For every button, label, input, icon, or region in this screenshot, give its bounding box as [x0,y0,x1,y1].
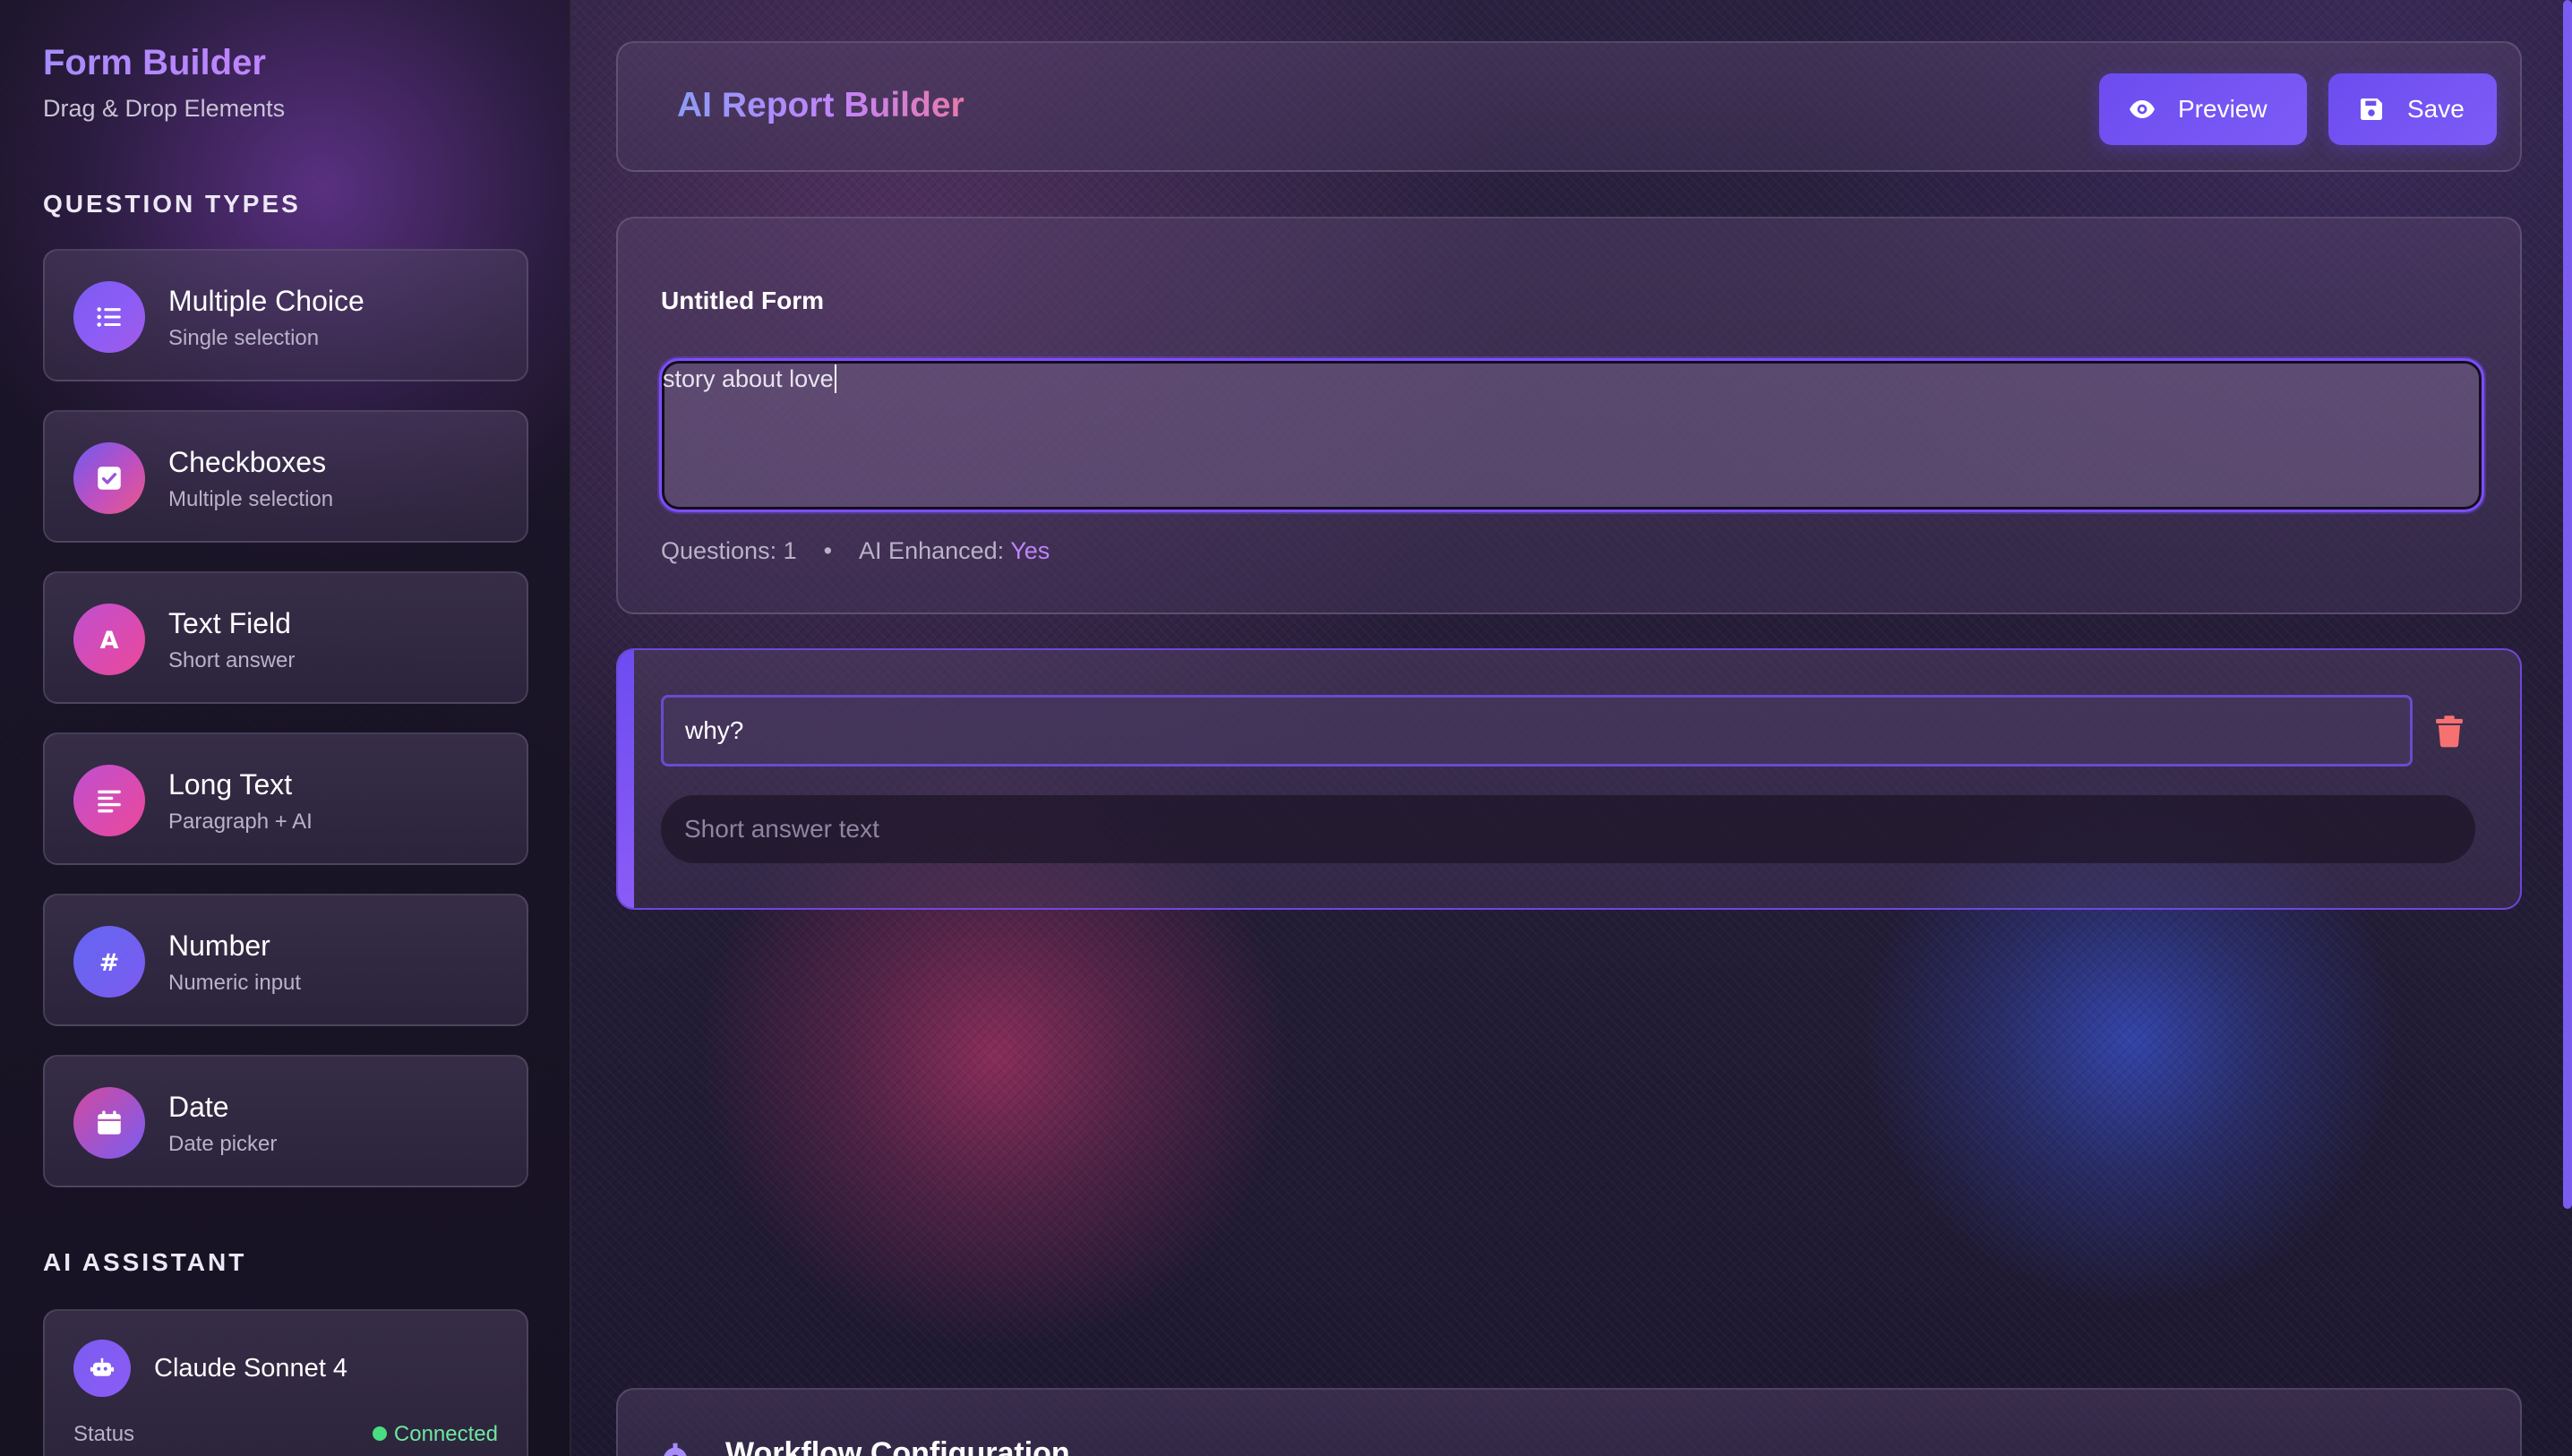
trash-icon[interactable] [2434,715,2465,749]
svg-text:A: A [100,627,119,655]
question-type-label: Long Text [168,768,293,801]
form-title: Untitled Form [661,287,824,314]
workflow-configuration-panel: Workflow Configuration [616,1388,2522,1456]
question-type-date[interactable]: Date Date picker [43,1055,528,1187]
short-answer-preview: Short answer text [661,795,2475,863]
header-bar: AI Report Builder Preview Save [616,41,2522,172]
save-label: Save [2407,95,2465,123]
question-accent-bar [618,650,634,908]
meta-separator: • [823,537,833,564]
question-type-label: Checkboxes [168,446,327,478]
brand-title: Form Builder [43,43,266,82]
floppy-disk-icon [2360,98,2382,120]
question-type-number[interactable]: # Number Numeric input [43,894,528,1026]
ai-status-label: Status [73,1422,135,1446]
workflow-title: Workflow Configuration [725,1436,1070,1456]
brand-subtitle: Drag & Drop Elements [43,95,286,122]
question-type-description: Date picker [168,1132,278,1156]
ai-enhanced-value: Yes [1010,537,1050,564]
question-type-checkboxes[interactable]: Checkboxes Multiple selection [43,410,528,543]
svg-text:#: # [99,949,120,977]
hash-icon: # [73,926,145,998]
status-badge: Connected [372,1422,498,1447]
text-caret [834,364,836,393]
question-type-description: Short answer [168,648,296,672]
calendar-icon [73,1087,145,1159]
question-type-label: Text Field [168,607,291,639]
scrollbar[interactable] [2563,0,2572,1209]
gear-icon [664,1443,687,1456]
question-title-input[interactable]: why? [661,695,2413,767]
question-type-label: Number [168,929,270,962]
save-button[interactable]: Save [2328,73,2497,145]
paragraph-icon [73,765,145,836]
letter-a-icon: A [73,604,145,675]
question-type-description: Paragraph + AI [168,809,313,834]
question-card[interactable]: why? Short answer text [616,648,2522,910]
question-type-label: Multiple Choice [168,285,364,317]
ai-assistant-heading: AI ASSISTANT [43,1248,247,1276]
question-type-multiple-choice[interactable]: Multiple Choice Single selection [43,249,528,381]
question-type-description: Multiple selection [168,487,334,511]
eye-icon [2130,100,2155,118]
checkbox-icon [73,442,145,514]
ai-model-name: Claude Sonnet 4 [154,1354,348,1383]
question-type-long-text[interactable]: Long Text Paragraph + AI [43,732,528,865]
robot-icon [73,1340,131,1397]
status-dot-icon [372,1426,387,1441]
question-type-description: Numeric input [168,971,302,995]
question-type-label: Date [168,1091,229,1123]
answer-placeholder: Short answer text [684,815,879,843]
page-title: AI Report Builder [677,86,964,124]
form-meta: Questions: 1 • AI Enhanced: Yes [661,537,1050,565]
list-icon [73,281,145,353]
ai-status-value: Connected [393,1422,498,1446]
preview-button[interactable]: Preview [2099,73,2307,145]
form-description-field[interactable] [659,358,2484,512]
preview-label: Preview [2178,95,2268,123]
questions-count: Questions: 1 [661,537,797,564]
ai-enhanced-label: AI Enhanced: [859,537,1005,564]
question-type-description: Single selection [168,326,320,350]
question-title-value: why? [685,716,744,744]
question-type-text-field[interactable]: A Text Field Short answer [43,571,528,704]
sidebar: Form Builder Drag & Drop Elements QUESTI… [0,0,571,1456]
form-description-value: story about love [663,364,836,395]
ai-assistant-card: Claude Sonnet 4 Status Connected [43,1309,528,1456]
question-types-heading: QUESTION TYPES [43,190,301,218]
form-details-panel: Untitled Form story about love Questions… [616,217,2522,614]
